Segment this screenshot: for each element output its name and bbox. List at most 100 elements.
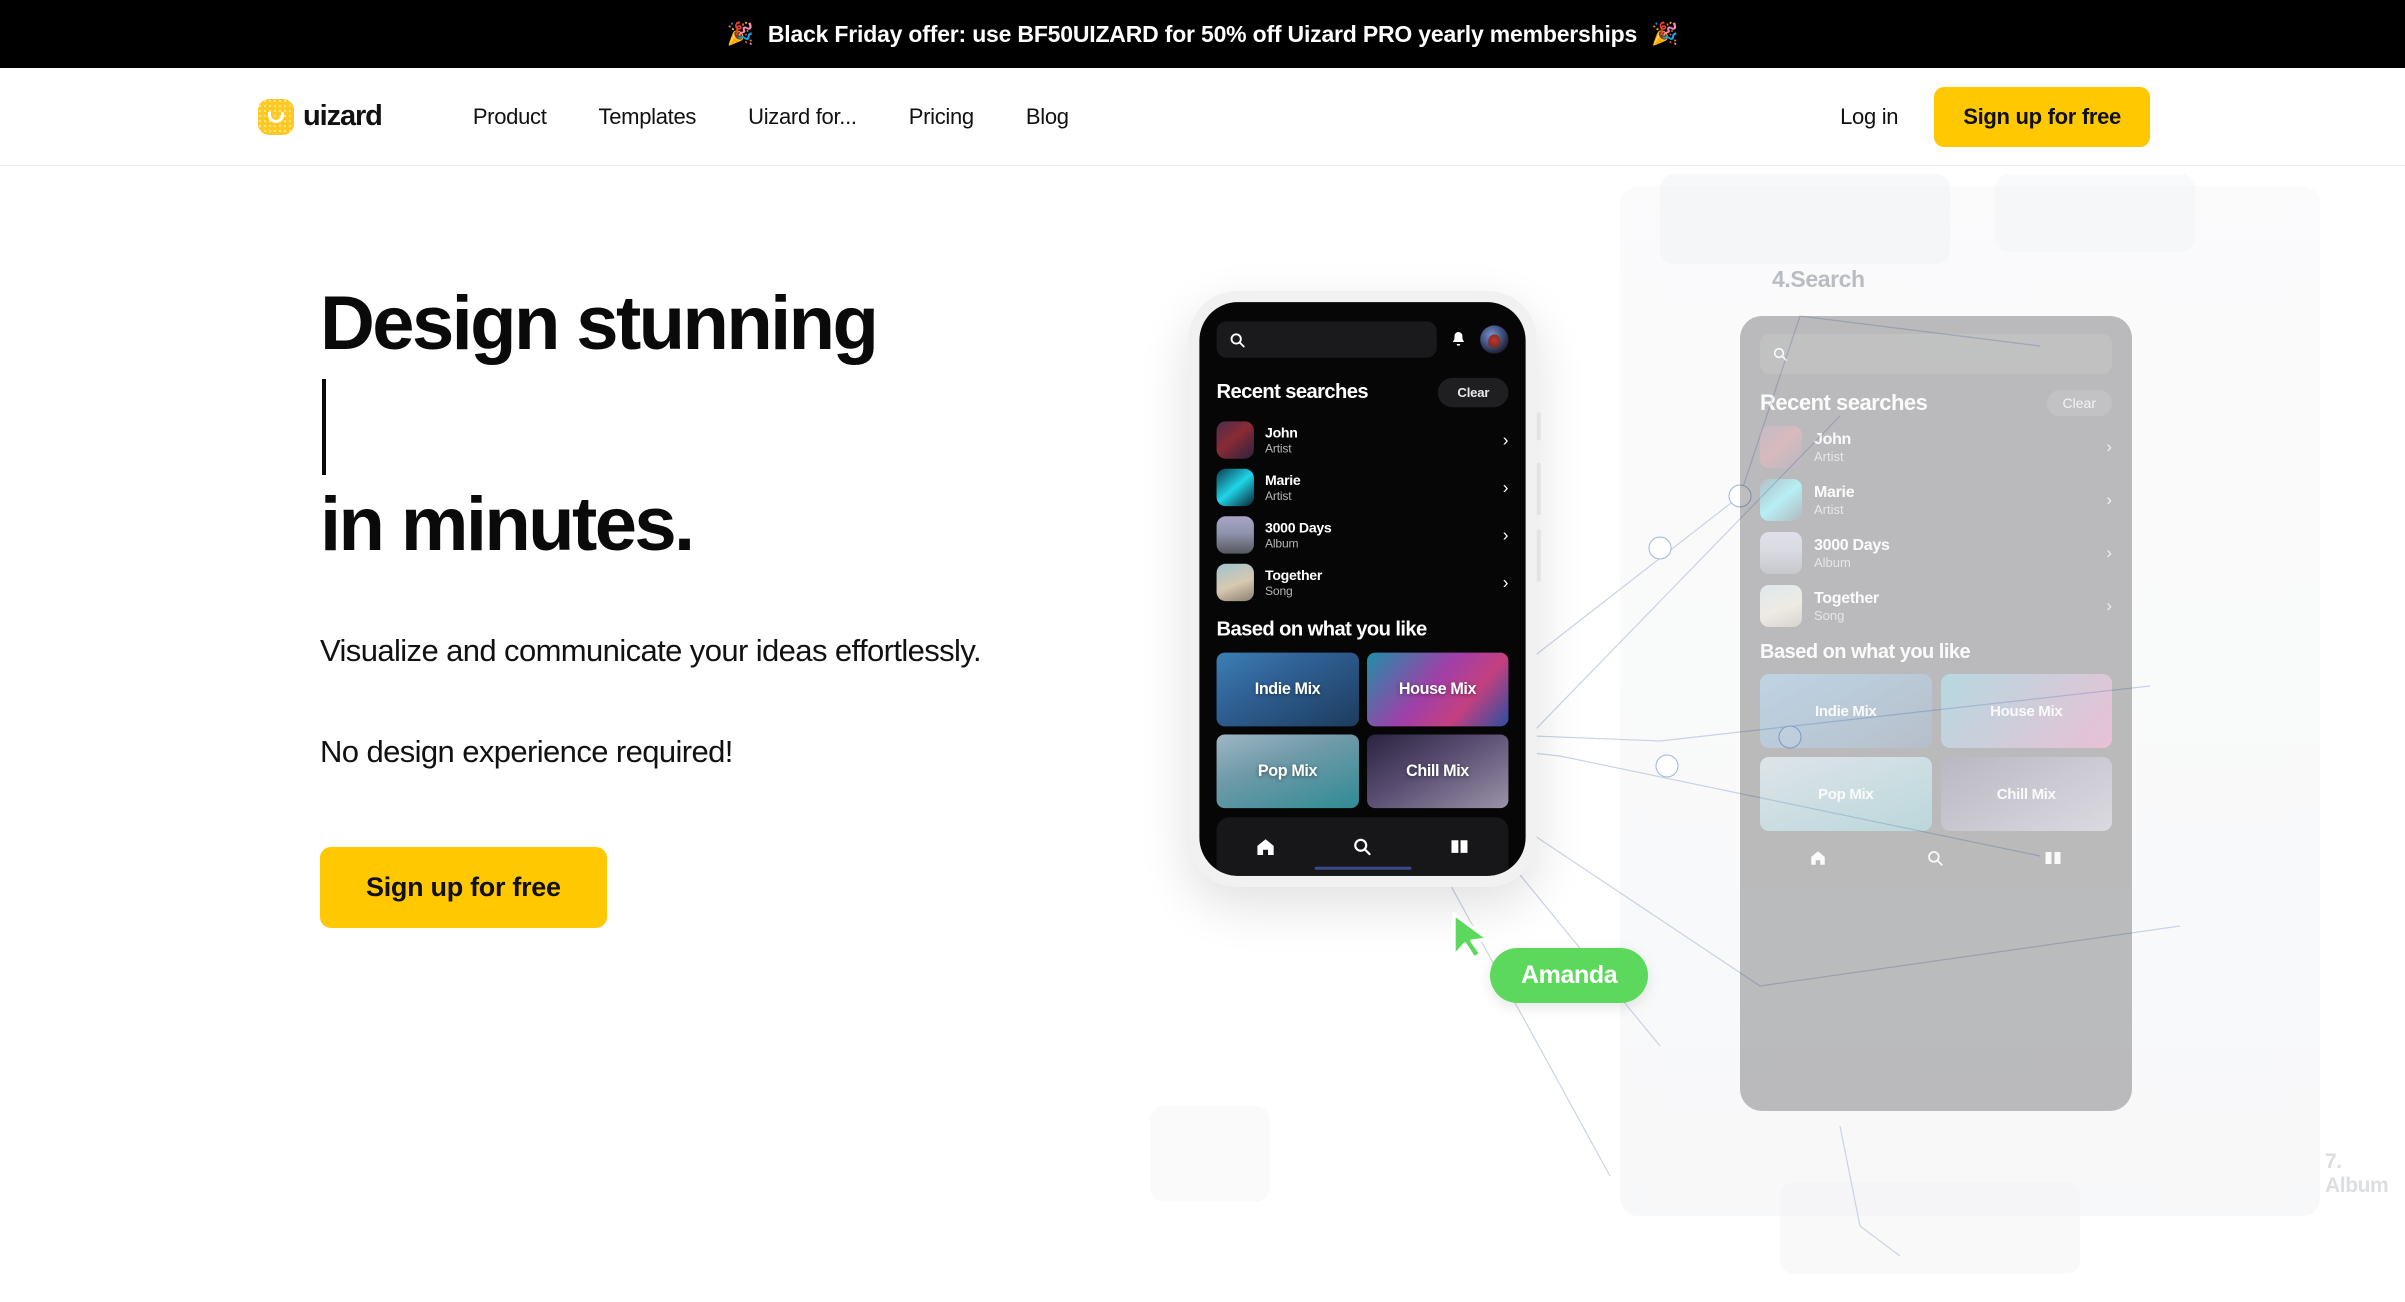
hero-subcopy-1: Visualize and communicate your ideas eff… [320, 633, 982, 669]
bell-icon[interactable] [1449, 330, 1468, 349]
album-thumbnail [1760, 585, 1802, 627]
book-icon [2045, 852, 2061, 864]
party-popper-icon: 🎉 [1651, 21, 1679, 46]
list-item-type: Artist [1265, 441, 1292, 456]
ghost-item-type: Album [1814, 554, 1851, 570]
chevron-right-icon: › [2106, 490, 2112, 509]
headline-line-1: Design stunning [320, 281, 879, 366]
list-item-name: Marie [1265, 471, 1301, 488]
chevron-right-icon: › [2106, 437, 2112, 456]
ghost-screen-preview: Recent searches Clear John Artist › Mari… [1740, 316, 2132, 1111]
album-thumbnail [1760, 426, 1802, 468]
ghost-mix-grid: Indie Mix House Mix Pop Mix Chill Mix [1760, 674, 2112, 831]
promo-banner[interactable]: 🎉 Black Friday offer: use BF50UIZARD for… [0, 0, 2405, 68]
ghost-search-bar [1760, 334, 2112, 374]
chevron-right-icon: › [1502, 477, 1509, 497]
recommendations-title: Based on what you like [1216, 618, 1428, 641]
clear-button[interactable]: Clear [1438, 377, 1509, 408]
app-bottom-nav [1216, 817, 1509, 876]
ghost-recent-header: Recent searches Clear [1760, 390, 2112, 416]
collaborator-cursor: Amanda [1448, 910, 1649, 1003]
canvas-screen-label-album: 7. Album [2325, 1150, 2389, 1197]
hero-illustration: 4.Search 7. Album Recent searches Clear … [1140, 166, 2405, 1302]
nav-item-uizard-for[interactable]: Uizard for... [722, 94, 883, 140]
album-thumbnail [1216, 421, 1254, 459]
ghost-item-name: Together [1814, 589, 1879, 607]
list-item-name: Together [1265, 566, 1323, 583]
list-item-name: John [1265, 424, 1298, 441]
ghost-item-type: Song [1814, 607, 1845, 623]
nav-item-product[interactable]: Product [447, 94, 573, 140]
ghost-list-item: Together Song › [1760, 585, 2112, 627]
nav-item-blog[interactable]: Blog [1000, 94, 1095, 140]
list-item[interactable]: 3000 Days Album › [1216, 516, 1509, 554]
ghost-item-type: Artist [1814, 501, 1844, 517]
page-title: Design stunning in minutes. [320, 281, 1080, 567]
nav-signup-button[interactable]: Sign up for free [1934, 86, 2150, 147]
uizard-logo-icon [258, 98, 294, 135]
list-item-name: 3000 Days [1265, 519, 1332, 536]
phone-side-button [1536, 462, 1541, 516]
recent-searches-header: Recent searches Clear [1216, 377, 1509, 408]
party-popper-icon: 🎉 [726, 21, 754, 46]
search-icon [1230, 332, 1245, 347]
ghost-mix-card: Pop Mix [1760, 757, 1932, 831]
avatar[interactable] [1480, 325, 1509, 354]
mix-card-indie[interactable]: Indie Mix [1216, 652, 1359, 727]
phone-side-button [1536, 412, 1541, 441]
mix-card-chill[interactable]: Chill Mix [1366, 734, 1509, 809]
search-input[interactable] [1216, 321, 1437, 358]
ghost-list-item: 3000 Days Album › [1760, 532, 2112, 574]
list-item-type: Album [1265, 536, 1299, 551]
nav-item-pricing[interactable]: Pricing [883, 94, 1000, 140]
search-icon[interactable] [1351, 836, 1371, 856]
cursor-pointer-icon [1452, 912, 1490, 960]
brand-name-text: uizard [303, 100, 383, 132]
app-top-bar [1216, 321, 1509, 358]
ghost-mix-card: Indie Mix [1760, 674, 1932, 748]
album-thumbnail [1216, 468, 1254, 507]
collaborator-name-label: Amanda [1490, 948, 1649, 1003]
list-item-type: Song [1265, 583, 1293, 599]
ghost-item-name: John [1814, 430, 1852, 448]
album-thumbnail [1760, 532, 1802, 574]
ghost-item-type: Artist [1814, 448, 1844, 464]
ghost-list-item: John Artist › [1760, 426, 2112, 468]
canvas-screen-label-search: 4.Search [1772, 266, 1865, 292]
hero-copy: Design stunning in minutes. Visualize an… [320, 166, 1080, 1302]
login-link[interactable]: Log in [1840, 104, 1898, 130]
mix-card-pop[interactable]: Pop Mix [1216, 734, 1359, 809]
ghost-list-item: Marie Artist › [1760, 479, 2112, 521]
list-item-type: Artist [1265, 489, 1292, 504]
list-item[interactable]: John Artist › [1216, 421, 1508, 459]
list-item[interactable]: Together Song › [1216, 563, 1509, 602]
hero-subcopy-2: No design experience required! [320, 734, 733, 770]
ghost-item-name: 3000 Days [1814, 536, 1890, 554]
mix-card-house[interactable]: House Mix [1366, 652, 1509, 727]
hero-signup-button[interactable]: Sign up for free [320, 847, 607, 929]
recent-searches-title: Recent searches [1216, 380, 1369, 404]
headline-line-3: in minutes. [320, 482, 695, 568]
ghost-recommend-title: Based on what you like [1760, 641, 1971, 663]
uizard-logo[interactable]: uizard [258, 98, 383, 135]
album-thumbnail [1760, 479, 1802, 521]
nav-item-templates[interactable]: Templates [573, 94, 723, 140]
nav-actions: Log in Sign up for free [1840, 86, 2150, 147]
nav-links: Product Templates Uizard for... Pricing … [447, 94, 1095, 140]
smile-glyph [268, 112, 284, 123]
chevron-right-icon: › [1502, 524, 1509, 545]
home-icon[interactable] [1254, 836, 1275, 857]
phone-side-button [1536, 529, 1541, 582]
mix-grid: Indie Mix House Mix Pop Mix Chill Mix [1216, 652, 1509, 809]
ghost-mix-card: House Mix [1940, 674, 2112, 748]
chevron-right-icon: › [2106, 543, 2112, 562]
chevron-right-icon: › [1502, 572, 1509, 592]
album-thumbnail [1216, 516, 1254, 554]
list-item[interactable]: Marie Artist › [1216, 468, 1509, 507]
ghost-recent-title: Recent searches [1760, 390, 1928, 415]
phone-screen: Recent searches Clear John Artist › Mari… [1199, 302, 1526, 876]
home-icon [1811, 851, 1826, 865]
ghost-clear-button: Clear [2047, 390, 2112, 416]
book-icon[interactable] [1447, 836, 1470, 856]
ghost-bottom-nav [1760, 849, 2112, 867]
